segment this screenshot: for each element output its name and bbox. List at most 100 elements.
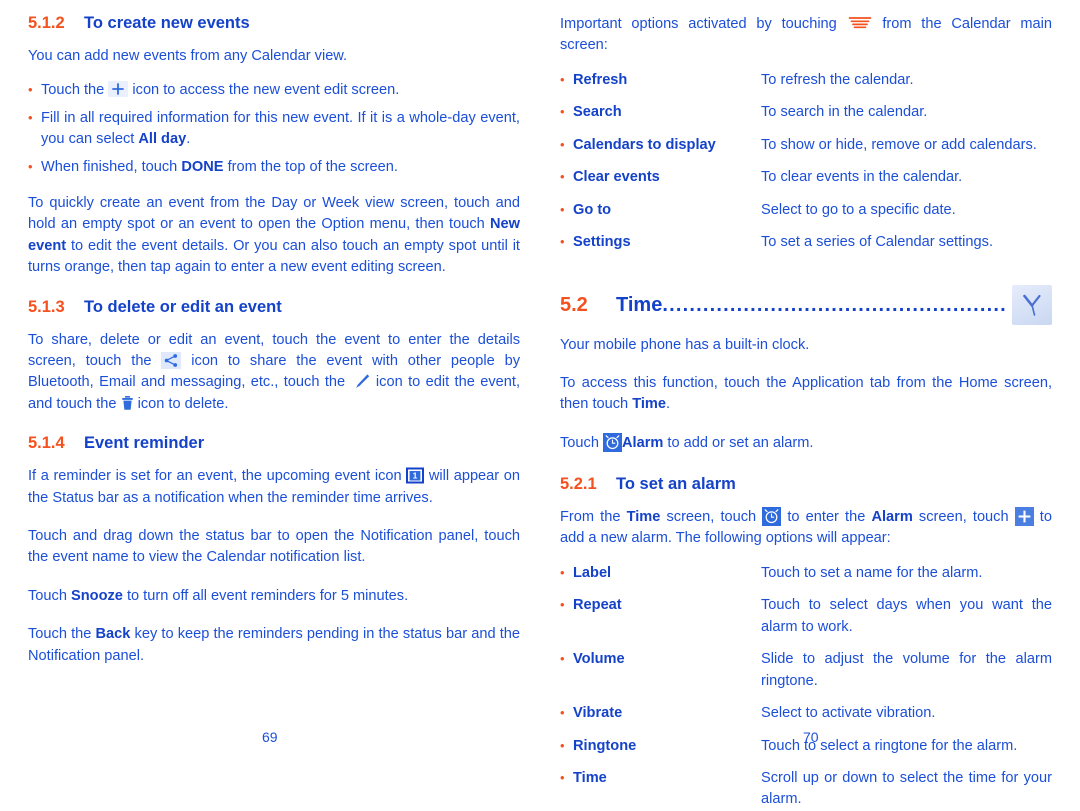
heading-5-1-3: 5.1.3 To delete or edit an event [28, 298, 520, 318]
list-item: Touch the icon to access the new event e… [28, 80, 520, 101]
plus-icon [108, 81, 129, 98]
table-row: Time Scroll up or down to select the tim… [560, 768, 1052, 811]
heading-title: Event reminder [84, 434, 205, 453]
alarm-options-table: Label Touch to set a name for the alarm.… [560, 563, 1052, 811]
paragraph-notification-panel: Touch and drag down the status bar to op… [28, 527, 520, 566]
option-term: Volume [560, 649, 761, 703]
option-term: Search [560, 102, 761, 134]
option-term: Time [560, 768, 761, 811]
paragraph-create-intro: You can add new events from any Calendar… [28, 47, 348, 64]
option-desc: To clear events in the calendar. [761, 169, 963, 186]
page-number-left: 69 [262, 729, 278, 745]
calendar-notification-icon: 1 [406, 467, 425, 484]
paragraph-touch-alarm: Touch Alarm to add or set an alarm. [560, 432, 1052, 454]
table-row: Label Touch to set a name for the alarm. [560, 563, 1052, 595]
option-term: Settings [560, 232, 761, 253]
text-part-1: Touch [28, 587, 71, 604]
table-row: Settings To set a series of Calendar set… [560, 232, 1052, 253]
option-term: Refresh [560, 70, 761, 102]
option-desc: To show or hide, remove or add calendars… [761, 136, 1037, 153]
text-part-2: to edit the event details. Or you can al… [28, 237, 520, 276]
text-part-1: From the [560, 509, 627, 526]
heading-title: To create new events [84, 14, 250, 32]
heading-title: To delete or edit an event [84, 297, 282, 316]
trash-icon [121, 395, 134, 411]
plus-box-icon [1014, 507, 1034, 527]
table-row: Repeat Touch to select days when you wan… [560, 595, 1052, 649]
text-part-4: screen, touch [912, 509, 1015, 526]
text-part-1: Touch the [28, 626, 96, 643]
create-events-bullets: Touch the icon to access the new event e… [28, 80, 520, 178]
heading-number: 5.1.2 [28, 14, 65, 32]
share-icon [161, 351, 182, 369]
table-row: Calendars to display To show or hide, re… [560, 135, 1052, 167]
text-part-1: If a reminder is set for an event, the u… [28, 468, 407, 485]
paragraph-options-intro: Important options activated by touching … [560, 14, 1052, 57]
text-part-1: Touch [560, 434, 603, 451]
option-desc: Touch to set a name for the alarm. [761, 564, 983, 581]
option-desc: Slide to adjust the volume for the alarm… [761, 651, 1052, 689]
text-emphasis-alarm: Alarm [871, 509, 913, 526]
text-emphasis: Back [95, 626, 131, 643]
heading-number: 5.1.3 [28, 297, 65, 316]
paragraph-builtin-clock: Your mobile phone has a built-in clock. [560, 336, 810, 353]
option-desc: Touch to select days when you want the a… [761, 597, 1052, 635]
clock-hands-icon [1012, 284, 1052, 325]
paragraph-access-time: To access this function, touch the Appli… [560, 373, 1052, 416]
bullet-emphasis: DONE [181, 158, 224, 175]
paragraph-reminder-icon: If a reminder is set for an event, the u… [28, 466, 520, 509]
text-emphasis: Alarm [622, 434, 664, 451]
option-term: Vibrate [560, 703, 761, 735]
option-desc: Select to go to a specific date. [761, 201, 956, 218]
bullet-text-pre: When finished, touch [41, 158, 182, 175]
heading-number: 5.2 [560, 293, 588, 316]
option-desc: Scroll up or down to select the time for… [761, 769, 1052, 808]
page-number-right: 70 [803, 729, 819, 745]
text-emphasis: Snooze [71, 587, 123, 604]
heading-5-1-4: 5.1.4 Event reminder [28, 434, 520, 454]
menu-icon [847, 14, 873, 30]
heading-number: 5.2.1 [560, 475, 597, 494]
table-row: Volume Slide to adjust the volume for th… [560, 649, 1052, 703]
option-desc: To search in the calendar. [761, 104, 928, 121]
table-row: Clear events To clear events in the cale… [560, 167, 1052, 199]
bullet-text-pre: Touch the [41, 82, 109, 99]
option-term: Label [560, 563, 761, 595]
heading-number: 5.1.4 [28, 434, 65, 453]
table-row: Search To search in the calendar. [560, 102, 1052, 134]
paragraph-quick-create: To quickly create an event from the Day … [28, 193, 520, 279]
text-part-2: to turn off all event reminders for 5 mi… [122, 587, 409, 604]
text-part-3: to enter the [781, 509, 872, 526]
paragraph-set-alarm: From the Time screen, touch to enter the… [560, 507, 1052, 550]
alarm-clock-icon [603, 432, 622, 452]
pencil-icon [351, 373, 371, 389]
text-part-2: . [666, 396, 671, 413]
text-part-1: To quickly create an event from the Day … [28, 194, 520, 233]
calendar-options-table: Refresh To refresh the calendar. Search … [560, 70, 1052, 254]
heading-5-2-1: 5.2.1 To set an alarm [560, 475, 1052, 495]
text-part-1: Important options activated by touching [560, 16, 847, 32]
option-term: Calendars to display [560, 135, 761, 167]
text-part-4: icon to delete. [133, 395, 229, 412]
list-item: When finished, touch DONE from the top o… [28, 157, 520, 178]
manual-page-spread: 5.1.2 To create new events You can add ne… [0, 0, 1080, 807]
list-item: Fill in all required information for thi… [28, 108, 520, 151]
alarm-clock-icon [762, 507, 782, 527]
option-term: Clear events [560, 167, 761, 199]
heading-5-1-2: 5.1.2 To create new events [28, 14, 520, 34]
text-part-2: screen, touch [660, 509, 763, 526]
option-term: Repeat [560, 595, 761, 649]
option-desc: To set a series of Calendar settings. [761, 234, 993, 251]
bullet-emphasis: All day [138, 131, 187, 148]
bullet-text-post: icon to access the new event edit screen… [128, 82, 400, 99]
table-row: Refresh To refresh the calendar. [560, 70, 1052, 102]
right-page-column: Important options activated by touching … [560, 14, 1052, 811]
text-emphasis-time: Time [626, 509, 661, 526]
paragraph-back-key: Touch the Back key to keep the reminders… [28, 624, 520, 667]
heading-title: Time [616, 293, 663, 316]
bullet-text-pre: Fill in all required information for thi… [41, 109, 520, 148]
option-term: Go to [560, 200, 761, 232]
bullet-text-post: from the top of the screen. [223, 158, 398, 175]
option-term: Ringtone [560, 736, 761, 768]
table-row: Go to Select to go to a specific date. [560, 200, 1052, 232]
